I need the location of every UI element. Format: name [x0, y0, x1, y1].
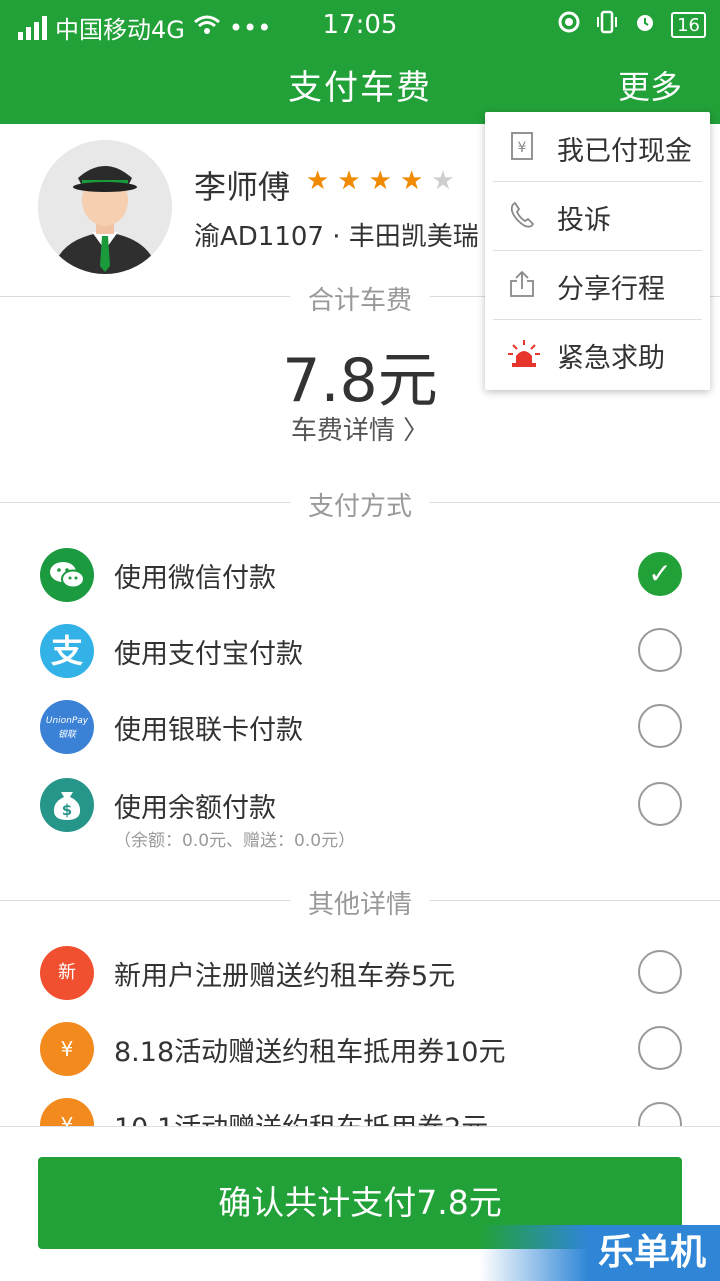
coupon-row[interactable]: 新 新用户注册赠送约租车券5元	[40, 942, 682, 1002]
coupon-label: 8.18活动赠送约租车抵用券10元	[114, 1037, 506, 1068]
star-empty-icon: ★	[431, 166, 463, 196]
svg-text:$: $	[62, 801, 72, 819]
payment-label: 使用支付宝付款	[114, 639, 303, 670]
selected-check-icon[interactable]: ✓	[638, 552, 682, 596]
battery-level: 16	[677, 14, 700, 36]
other-section-title: 其他详情	[0, 884, 720, 921]
radio-button[interactable]	[638, 950, 682, 994]
vibrate-icon	[595, 10, 619, 40]
fare-detail-link[interactable]: 车费详情 〉	[0, 410, 720, 447]
payment-label: 使用余额付款	[114, 793, 276, 824]
phone-icon	[507, 200, 537, 230]
menu-item-label: 紧急求助	[557, 343, 665, 374]
coupon-label: 新用户注册赠送约租车券5元	[114, 961, 456, 992]
balance-sublabel: （余额：0.0元、赠送：0.0元）	[114, 831, 356, 851]
radio-button[interactable]	[638, 782, 682, 826]
menu-item-label: 投诉	[557, 205, 611, 236]
menu-item-label: 分享行程	[557, 274, 665, 305]
payment-option-alipay[interactable]: 支 使用支付宝付款	[40, 620, 682, 680]
star-icon: ★	[368, 166, 400, 196]
payment-option-balance[interactable]: $ 使用余额付款 （余额：0.0元、赠送：0.0元）	[40, 774, 682, 851]
cash-receipt-icon: ¥	[507, 131, 537, 161]
fare-section-label: 合计车费	[289, 286, 430, 316]
watermark-logo: 乐单机	[480, 1225, 720, 1281]
wechat-pay-icon	[40, 548, 94, 602]
payment-label: 使用银联卡付款	[114, 715, 303, 746]
unionpay-icon: UnionPay 银联	[40, 700, 94, 754]
other-section-label: 其他详情	[289, 890, 430, 920]
radio-button[interactable]	[638, 1026, 682, 1070]
car-info: 渝AD1107 · 丰田凯美瑞	[194, 222, 479, 252]
payment-section-label: 支付方式	[289, 492, 430, 522]
star-icon: ★	[399, 166, 432, 196]
radio-button[interactable]	[638, 628, 682, 672]
driver-name: 李师傅	[194, 168, 291, 206]
location-icon	[557, 10, 581, 40]
svg-text:¥: ¥	[518, 140, 527, 156]
alarm-icon	[633, 10, 657, 40]
share-icon	[507, 269, 537, 299]
new-coupon-icon: 新	[40, 946, 94, 1000]
payment-option-unionpay[interactable]: UnionPay 银联 使用银联卡付款	[40, 696, 682, 756]
star-icon: ★	[337, 166, 369, 196]
more-menu-button[interactable]: 更多	[618, 62, 682, 108]
balance-icon: $	[40, 778, 94, 832]
battery-icon: 16	[671, 12, 706, 38]
menu-item-paid-cash[interactable]: ¥ 我已付现金	[493, 112, 702, 182]
alarm-light-icon	[507, 338, 540, 368]
status-bar: 中国移动4G ••• 17:05 16	[0, 0, 720, 50]
menu-item-complaint[interactable]: 投诉	[493, 181, 702, 251]
menu-item-share-trip[interactable]: 分享行程	[493, 250, 702, 320]
radio-button[interactable]	[638, 704, 682, 748]
driver-rating: ★★★★★	[306, 166, 463, 196]
page-title: 支付车费	[288, 68, 432, 108]
alipay-icon: 支	[40, 624, 94, 678]
payment-section-title: 支付方式	[0, 486, 720, 523]
bottom-bar: 确认共计支付7.8元 乐单机	[0, 1126, 720, 1281]
menu-item-emergency[interactable]: 紧急求助	[493, 319, 702, 388]
more-dropdown-menu: ¥ 我已付现金 投诉 分享行程 紧急求助	[485, 112, 710, 390]
coupon-row[interactable]: ¥ 8.18活动赠送约租车抵用券10元	[40, 1018, 682, 1078]
menu-item-label: 我已付现金	[557, 136, 692, 167]
status-right: 16	[557, 10, 706, 40]
payment-label: 使用微信付款	[114, 563, 276, 594]
coupon-icon: ¥	[40, 1022, 94, 1076]
driver-avatar	[38, 140, 172, 274]
payment-option-wechat[interactable]: 使用微信付款 ✓	[40, 544, 682, 604]
star-icon: ★	[306, 166, 338, 196]
